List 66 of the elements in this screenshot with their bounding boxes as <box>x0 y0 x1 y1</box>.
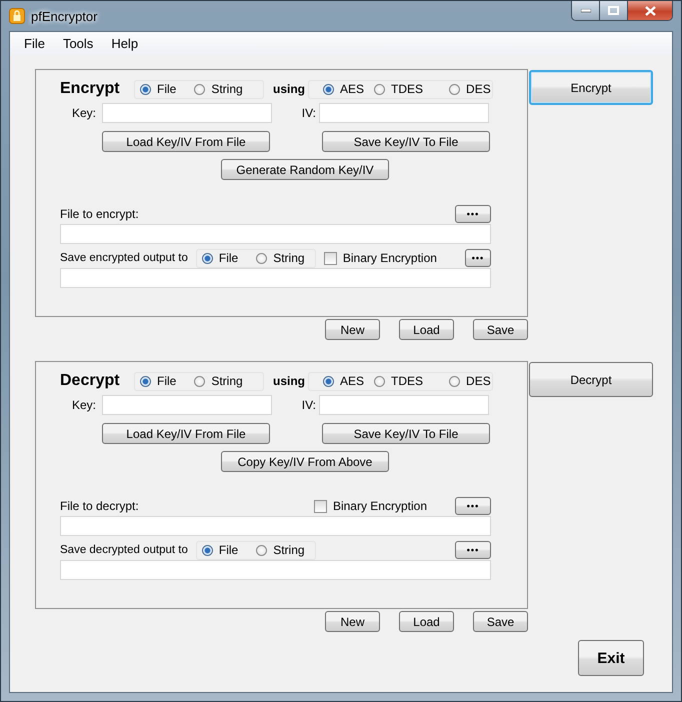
key-action-button[interactable]: Copy Key/IV From Above <box>221 451 389 472</box>
file-label: File to encrypt: <box>60 207 139 221</box>
load-key-button[interactable]: Load Key/IV From File <box>102 131 270 152</box>
radio-option[interactable]: DES <box>449 82 491 96</box>
browse-button[interactable]: ••• <box>455 205 491 223</box>
radio-option[interactable]: File <box>140 374 176 388</box>
radio-option[interactable]: String <box>256 543 305 557</box>
radio-option[interactable]: DES <box>449 374 491 388</box>
key-field[interactable] <box>102 394 272 414</box>
radio-option[interactable]: String <box>194 374 243 388</box>
close-icon <box>644 6 656 16</box>
iv-label: IV: <box>300 398 316 412</box>
browse-button[interactable]: ••• <box>455 497 491 515</box>
radio-option[interactable]: File <box>202 251 238 265</box>
footer-button[interactable]: Load <box>399 611 454 632</box>
iv-label: IV: <box>300 106 316 120</box>
iv-field[interactable] <box>319 102 489 122</box>
menu-item[interactable]: Tools <box>54 34 102 53</box>
radio-option[interactable]: AES <box>323 82 364 96</box>
menu-item[interactable]: File <box>16 34 53 53</box>
binary-checkbox[interactable]: Binary Encryption <box>324 251 437 265</box>
key-action-button[interactable]: Generate Random Key/IV <box>221 159 389 180</box>
radio-option[interactable]: String <box>256 251 305 265</box>
iv-field[interactable] <box>319 394 489 414</box>
key-field[interactable] <box>102 102 272 122</box>
using-label: using <box>272 82 306 96</box>
minimize-button[interactable] <box>572 1 600 20</box>
action-button[interactable]: Decrypt <box>529 362 653 397</box>
footer-button[interactable]: New <box>325 611 380 632</box>
file-field[interactable] <box>60 516 491 536</box>
footer-button[interactable]: Save <box>473 611 528 632</box>
radio-option[interactable]: TDES <box>374 374 424 388</box>
browse-button[interactable]: ••• <box>455 541 491 559</box>
radio-option[interactable]: File <box>202 543 238 557</box>
key-label: Key: <box>70 398 96 412</box>
minimize-icon <box>580 8 590 12</box>
output-field[interactable] <box>60 560 491 580</box>
menu-item[interactable]: Help <box>103 34 146 53</box>
key-label: Key: <box>70 106 96 120</box>
file-label: File to decrypt: <box>60 499 139 513</box>
browse-button[interactable]: ••• <box>464 249 491 267</box>
save-key-button[interactable]: Save Key/IV To File <box>322 423 490 444</box>
radio-option[interactable]: String <box>194 82 243 96</box>
radio-option[interactable]: File <box>140 82 176 96</box>
radio-option[interactable]: TDES <box>374 82 424 96</box>
action-button[interactable]: Encrypt <box>529 70 653 105</box>
radio-option[interactable]: AES <box>323 374 364 388</box>
window-title: pfEncryptor <box>31 8 98 24</box>
section-title: Decrypt <box>60 372 121 390</box>
using-label: using <box>272 374 306 388</box>
footer-button[interactable]: Save <box>473 319 528 340</box>
save-key-button[interactable]: Save Key/IV To File <box>322 131 490 152</box>
file-field[interactable] <box>60 224 491 244</box>
maximize-icon <box>608 6 619 15</box>
footer-button[interactable]: New <box>325 319 380 340</box>
footer-button[interactable]: Load <box>399 319 454 340</box>
binary-checkbox[interactable]: Binary Encryption <box>314 499 427 513</box>
lock-icon <box>9 8 25 24</box>
output-label: Save decrypted output to <box>60 544 188 556</box>
exit-button[interactable]: Exit <box>578 640 644 676</box>
section-title: Encrypt <box>60 80 121 98</box>
output-label: Save encrypted output to <box>60 252 188 264</box>
close-button[interactable] <box>628 1 672 20</box>
output-field[interactable] <box>60 268 491 288</box>
load-key-button[interactable]: Load Key/IV From File <box>102 423 270 444</box>
maximize-button[interactable] <box>600 1 628 20</box>
